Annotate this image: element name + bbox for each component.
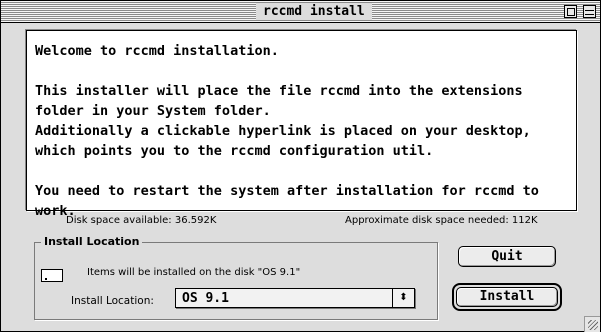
disk-icon bbox=[41, 269, 63, 282]
install-button[interactable]: Install bbox=[456, 287, 558, 307]
info-text-panel[interactable]: Welcome to rccmd installation. This inst… bbox=[26, 30, 577, 219]
install-description-text: This installer will place the file rccmd… bbox=[35, 83, 523, 119]
installer-window: rccmd install Welcome to rccmd installat… bbox=[0, 0, 601, 332]
install-location-legend: Install Location bbox=[41, 235, 143, 249]
install-location-value: OS 9.1 bbox=[182, 291, 229, 306]
disk-space-available: Disk space available: 36.592K bbox=[66, 215, 217, 226]
quit-button[interactable]: Quit bbox=[458, 246, 556, 267]
install-disk-text: Items will be installed on the disk "OS … bbox=[87, 267, 301, 278]
window-title: rccmd install bbox=[256, 3, 372, 20]
resize-grip-icon[interactable] bbox=[584, 316, 600, 332]
hyperlink-description-text: Additionally a clickable hyperlink is pl… bbox=[35, 123, 531, 159]
zoom-box-icon[interactable] bbox=[564, 5, 577, 18]
title-bar[interactable]: rccmd install bbox=[1, 1, 600, 23]
disk-space-needed: Approximate disk space needed: 112K bbox=[345, 215, 538, 226]
welcome-text: Welcome to rccmd installation. bbox=[35, 43, 279, 59]
install-location-group: Install Location Items will be installed… bbox=[34, 235, 438, 320]
collapse-box-icon[interactable] bbox=[583, 5, 596, 18]
install-location-popup[interactable]: OS 9.1 ⬍ bbox=[175, 288, 415, 308]
popup-arrows-icon: ⬍ bbox=[392, 289, 414, 307]
install-location-label: Install Location: bbox=[71, 295, 154, 307]
